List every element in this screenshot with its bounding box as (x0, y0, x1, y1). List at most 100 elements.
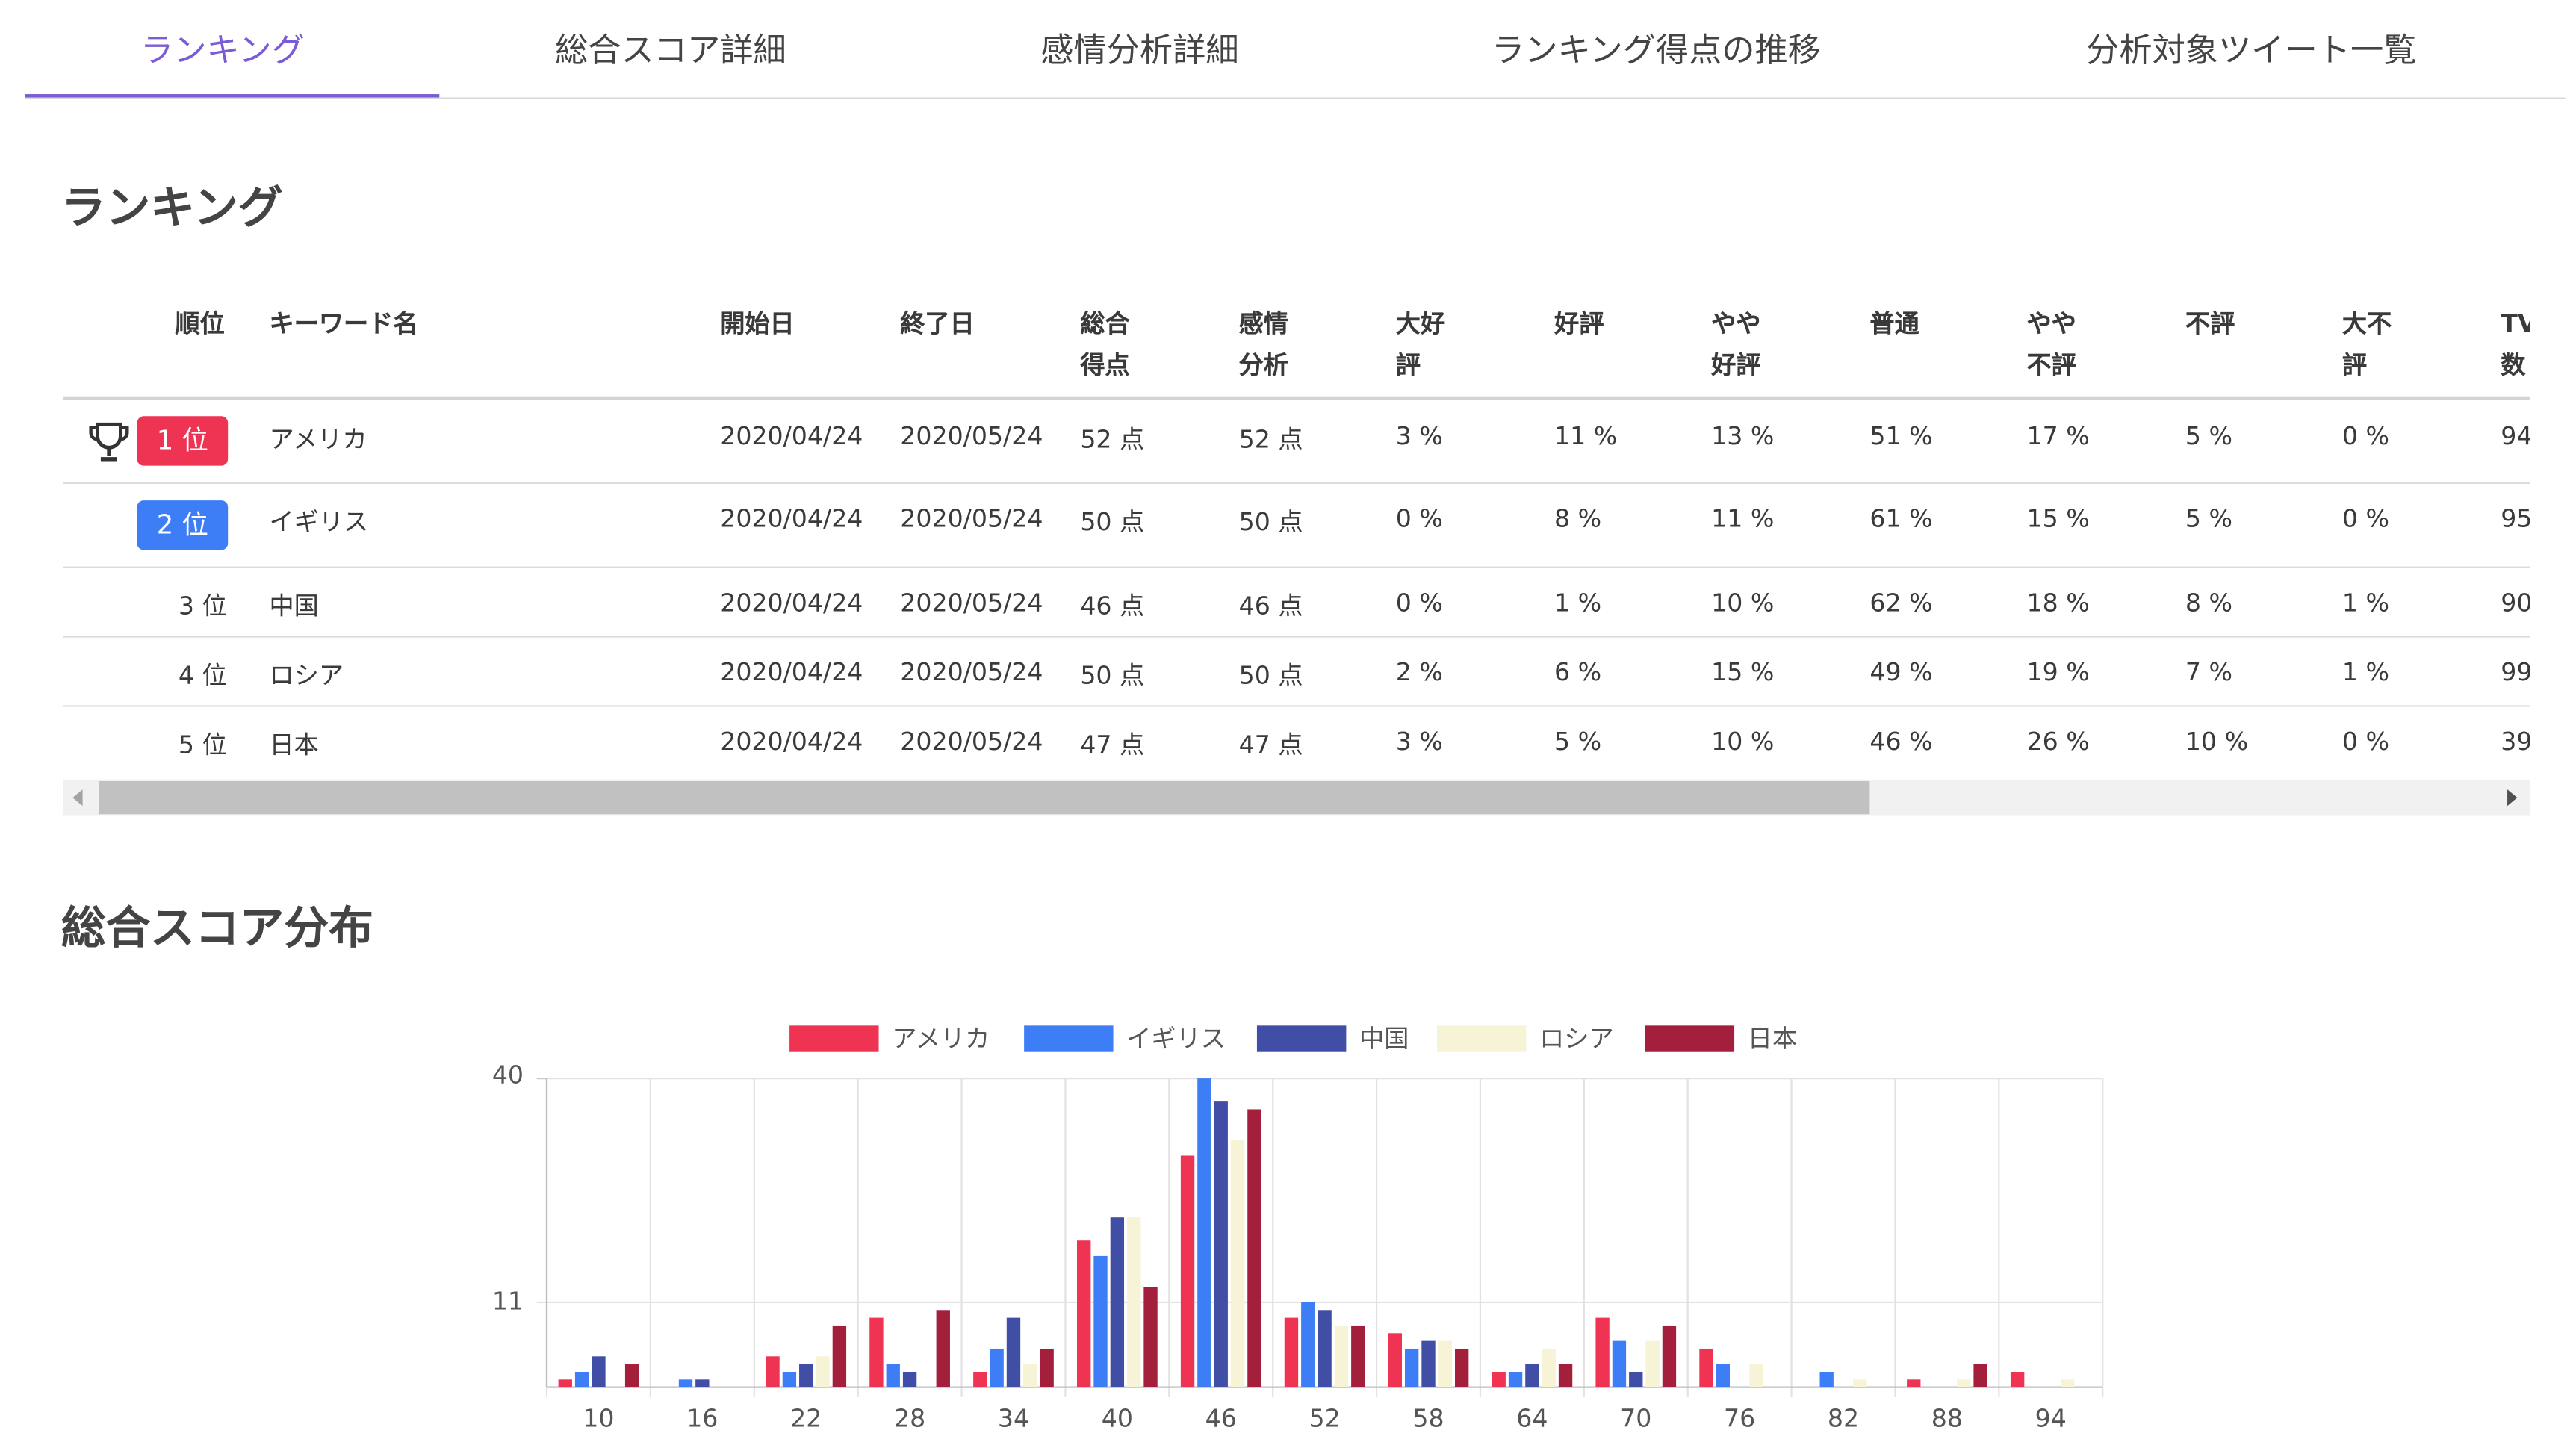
chart-bar (1197, 1078, 1211, 1387)
chart-bar (1318, 1310, 1332, 1387)
chart-bar (1127, 1217, 1141, 1387)
good-cell: 5 % (1554, 727, 1602, 756)
keyword-cell[interactable]: アメリカ (269, 421, 367, 456)
chart-bar (766, 1356, 780, 1387)
tv-count-cell: 99 (2501, 657, 2531, 687)
very-bad-cell: 0 % (2341, 420, 2390, 451)
sentiment-cell: 50 点 (1238, 660, 1303, 691)
keyword-cell[interactable]: 中国 (269, 588, 318, 622)
keyword-cell[interactable]: 日本 (269, 727, 318, 761)
bad-cell: 5 % (2185, 420, 2233, 451)
trophy-icon (89, 422, 129, 462)
chart-bar (1023, 1364, 1037, 1387)
total-score-cell: 50 点 (1080, 506, 1145, 537)
chart-bar (2060, 1379, 2075, 1387)
chart-bar (990, 1348, 1004, 1387)
tab-tweet-list[interactable]: 分析対象ツイート一覧 (2086, 23, 2416, 71)
x-tick-label: 22 (790, 1404, 822, 1433)
tv-count-cell: 95 (2501, 503, 2531, 534)
total-score-cell: 52 点 (1080, 424, 1145, 455)
neutral-cell: 49 % (1869, 657, 1933, 687)
header-neutral: 普通 (1869, 308, 1919, 339)
header-rank: 順位 (175, 308, 225, 339)
table-row[interactable]: 1 位 アメリカ 2020/04/24 2020/05/24 52 点 52 点… (63, 400, 2531, 484)
chart-bar (902, 1371, 917, 1387)
chart-bar (1388, 1333, 1403, 1387)
chart-bar (1040, 1348, 1054, 1387)
start-date-cell: 2020/04/24 (720, 657, 863, 687)
table-horizontal-scrollbar[interactable] (63, 779, 2531, 816)
chart-bar (1284, 1317, 1299, 1387)
rank-badge-first: 1 位 (137, 416, 229, 466)
table-row[interactable]: 3 位 中国 2020/04/24 2020/05/24 46 点 46 点 0… (63, 568, 2531, 638)
table-row[interactable]: 2 位 イギリス 2020/04/24 2020/05/24 50 点 50 点… (63, 484, 2531, 568)
x-tick-label: 64 (1516, 1404, 1548, 1433)
good-cell: 8 % (1554, 503, 1602, 534)
somewhat-good-cell: 10 % (1711, 588, 1775, 618)
header-very-bad: 大不評 (2341, 308, 2392, 380)
chart-bar (1180, 1155, 1195, 1387)
scrollbar-thumb[interactable] (99, 781, 1870, 815)
x-tick-label: 10 (583, 1404, 614, 1433)
x-tick-label: 70 (1620, 1404, 1651, 1433)
tab-ranking[interactable]: ランキング (140, 23, 305, 71)
x-tick-label: 40 (1102, 1404, 1133, 1433)
chart-bar (1853, 1379, 1867, 1387)
keyword-cell[interactable]: ロシア (269, 657, 344, 692)
tab-ranking-score-trend[interactable]: ランキング得点の推移 (1492, 23, 1821, 71)
chart-bar (1508, 1371, 1523, 1387)
x-tick-label: 82 (1828, 1404, 1859, 1433)
x-tick-label: 88 (1931, 1404, 1963, 1433)
tab-total-score-detail[interactable]: 総合スコア詳細 (555, 23, 786, 71)
chart-bar (782, 1371, 797, 1387)
chart-bar (695, 1379, 710, 1387)
scroll-right-arrow-icon[interactable] (2507, 789, 2518, 807)
chart-bar (1492, 1371, 1506, 1387)
chart-bar (558, 1379, 572, 1387)
keyword-cell[interactable]: イギリス (269, 504, 368, 538)
somewhat-good-cell: 15 % (1711, 657, 1775, 687)
header-somewhat-bad: やや 不評 (2026, 308, 2076, 380)
chart-bar (1247, 1109, 1261, 1387)
table-row[interactable]: 4 位 ロシア 2020/04/24 2020/05/24 50 点 50 点 … (63, 638, 2531, 707)
chart-bar (1819, 1371, 1834, 1387)
chart-bar (816, 1356, 830, 1387)
chart-bar (1595, 1317, 1610, 1387)
total-score-cell: 50 点 (1080, 660, 1145, 691)
table-header: 順位 キーワード名 開始日 終了日 総合 得点 感情 分析 大好評 好評 やや 好評 … (63, 294, 2531, 400)
chart-bar (1214, 1101, 1228, 1387)
x-tick-label: 28 (894, 1404, 925, 1433)
chart-bar (574, 1371, 589, 1387)
chart-bar (869, 1317, 884, 1387)
chart-bar (1525, 1364, 1539, 1387)
total-score-cell: 46 点 (1080, 591, 1145, 621)
end-date-cell: 2020/05/24 (900, 420, 1043, 451)
tab-sentiment-detail[interactable]: 感情分析詳細 (1040, 23, 1238, 71)
neutral-cell: 46 % (1869, 727, 1933, 756)
chart-bar (1230, 1140, 1245, 1387)
somewhat-good-cell: 13 % (1711, 420, 1775, 451)
tv-count-cell: 90 (2501, 588, 2531, 618)
chart-bar (1662, 1325, 1677, 1387)
table-row[interactable]: 5 位 日本 2020/04/24 2020/05/24 47 点 47 点 3… (63, 707, 2530, 775)
neutral-cell: 61 % (1869, 503, 1933, 534)
tab-bar: ランキング 総合スコア詳細 感情分析詳細 ランキング得点の推移 分析対象ツイート… (25, 0, 2566, 99)
score-distribution-heading: 総合スコア分布 (60, 903, 373, 955)
x-tick-label: 16 (686, 1404, 718, 1433)
header-very-good: 大好評 (1395, 308, 1446, 380)
sentiment-cell: 52 点 (1238, 424, 1303, 455)
chart-bar (1351, 1325, 1365, 1387)
header-tv-count: TV数 (2501, 308, 2530, 380)
good-cell: 1 % (1554, 588, 1602, 618)
very-good-cell: 2 % (1395, 657, 1443, 687)
very-bad-cell: 1 % (2341, 657, 2390, 687)
start-date-cell: 2020/04/24 (720, 503, 863, 534)
x-tick-label: 58 (1412, 1404, 1444, 1433)
end-date-cell: 2020/05/24 (900, 503, 1043, 534)
scroll-left-arrow-icon[interactable] (72, 789, 83, 807)
tv-count-cell: 39 (2501, 727, 2531, 756)
chart-bar (1110, 1217, 1125, 1387)
somewhat-bad-cell: 17 % (2026, 420, 2090, 451)
chart-bar (832, 1325, 847, 1387)
somewhat-bad-cell: 18 % (2026, 588, 2090, 618)
